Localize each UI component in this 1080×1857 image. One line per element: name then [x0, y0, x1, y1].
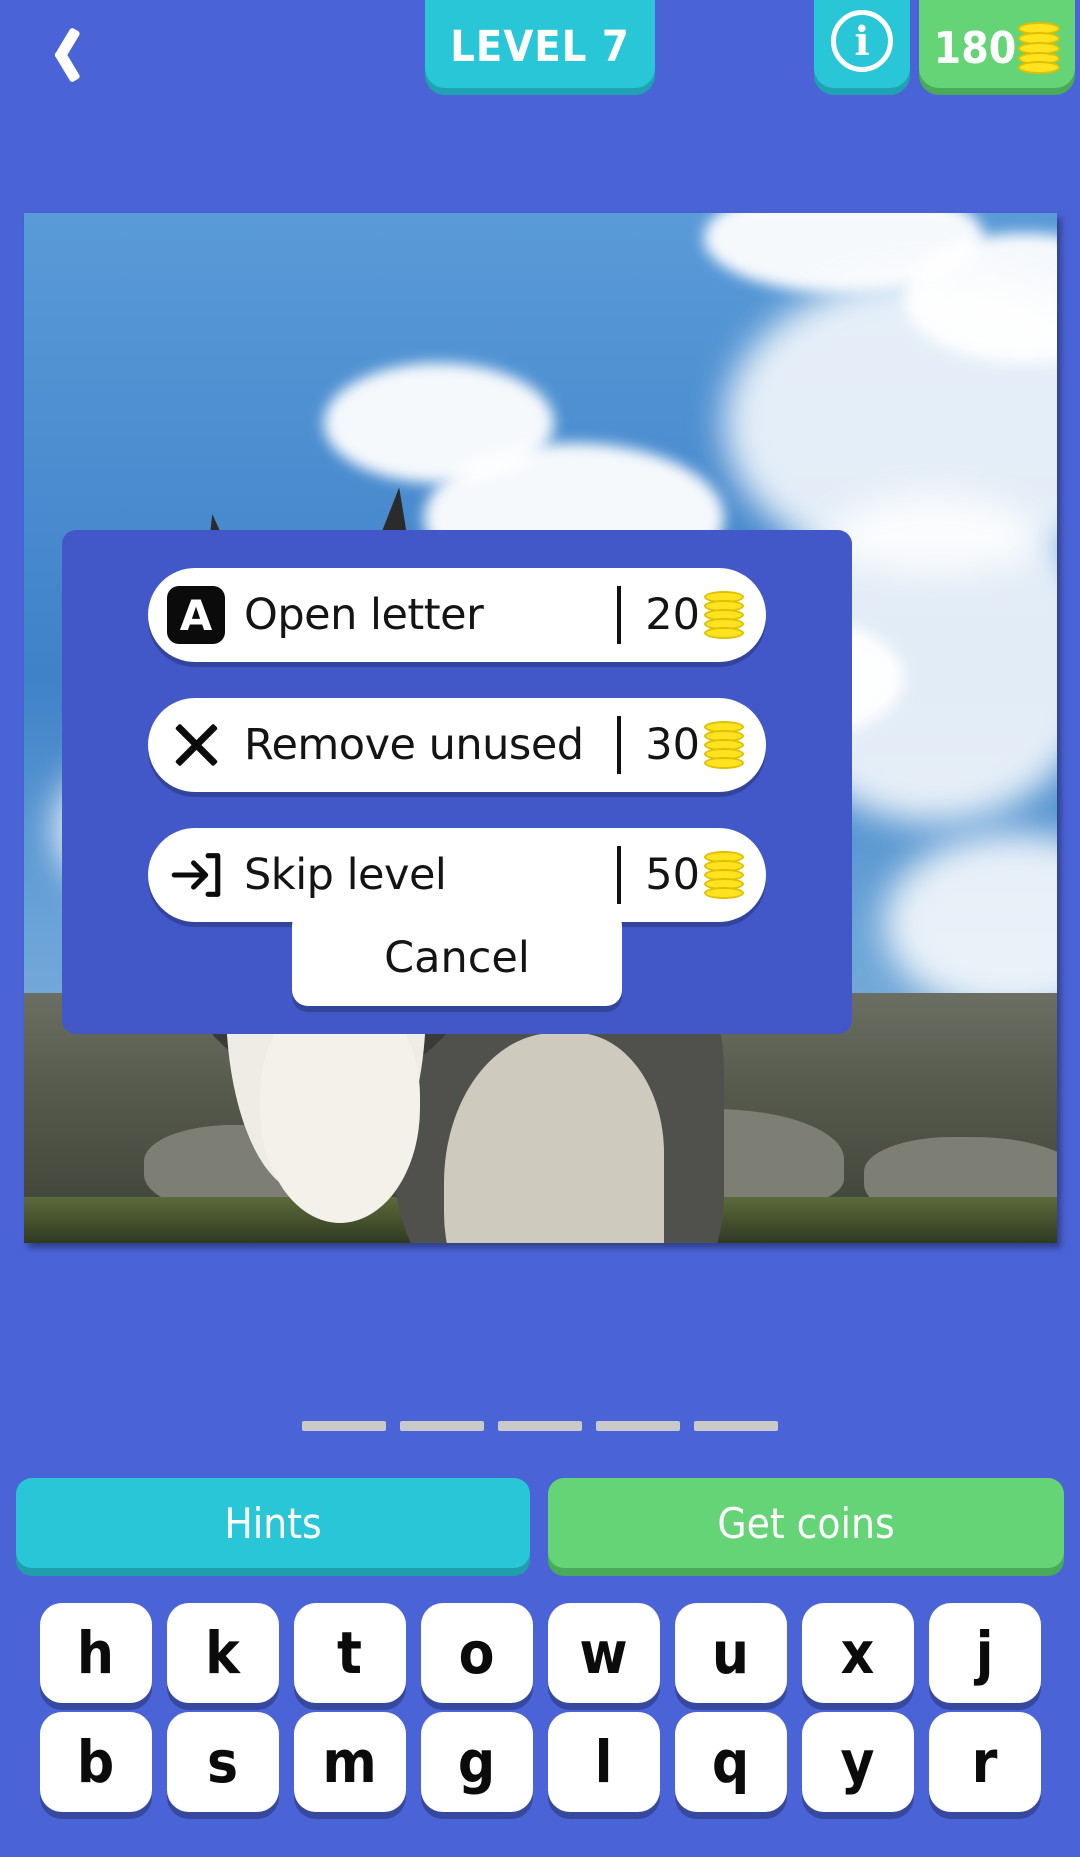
letter-key[interactable]: r: [928, 1712, 1041, 1812]
answer-slot[interactable]: [596, 1421, 680, 1431]
hint-price: 30: [645, 720, 744, 770]
hint-option-label: Open letter: [244, 590, 484, 640]
skip-arrow-icon: [148, 828, 244, 922]
coin-stack-icon: [704, 851, 744, 899]
level-label: LEVEL 7: [450, 22, 630, 72]
hint-price: 50: [645, 850, 744, 900]
level-badge: LEVEL 7: [425, 0, 655, 88]
keyboard-row-2: b s m g l q y r: [0, 1712, 1080, 1812]
divider: [617, 586, 622, 644]
letter-a-glyph: A: [179, 590, 213, 640]
coin-stack-icon: [704, 721, 744, 769]
letter-key[interactable]: b: [39, 1712, 152, 1812]
letter-key[interactable]: x: [801, 1603, 914, 1703]
letter-key[interactable]: y: [801, 1712, 914, 1812]
app-header: LEVEL 7 i 180: [0, 0, 1080, 108]
coin-balance-value: 180: [933, 23, 1017, 74]
letter-key[interactable]: h: [39, 1603, 152, 1703]
hint-price-value: 50: [645, 850, 700, 900]
letter-key[interactable]: u: [674, 1603, 787, 1703]
hint-price: 20: [645, 590, 744, 640]
cancel-button[interactable]: Cancel: [292, 910, 622, 1006]
answer-slot[interactable]: [498, 1421, 582, 1431]
info-icon: i: [831, 10, 893, 72]
answer-slot[interactable]: [694, 1421, 778, 1431]
coin-stack-icon: [1018, 22, 1061, 74]
close-x-icon: [148, 698, 244, 792]
back-button[interactable]: [10, 0, 106, 108]
get-coins-button[interactable]: Get coins: [548, 1478, 1064, 1568]
letter-key[interactable]: k: [166, 1603, 279, 1703]
letter-key[interactable]: w: [547, 1603, 660, 1703]
divider: [617, 716, 622, 774]
answer-slots: [0, 1421, 1080, 1431]
coin-stack-icon: [704, 591, 744, 639]
letter-key[interactable]: l: [547, 1712, 660, 1812]
hint-price-value: 20: [645, 590, 700, 640]
info-glyph: i: [854, 17, 870, 65]
letter-key[interactable]: g: [420, 1712, 533, 1812]
letter-key[interactable]: q: [674, 1712, 787, 1812]
letter-a-icon: A: [148, 568, 244, 662]
letter-key[interactable]: s: [166, 1712, 279, 1812]
hint-option-skip-level[interactable]: Skip level 50: [148, 828, 766, 922]
action-buttons: Hints Get coins: [0, 1478, 1080, 1578]
letter-key[interactable]: j: [928, 1603, 1041, 1703]
divider: [617, 846, 622, 904]
hint-option-label: Remove unused: [244, 720, 584, 770]
hint-price-value: 30: [645, 720, 700, 770]
hint-option-remove-unused[interactable]: Remove unused 30: [148, 698, 766, 792]
letter-key[interactable]: m: [293, 1712, 406, 1812]
hints-button[interactable]: Hints: [16, 1478, 530, 1568]
chevron-left-icon: [41, 25, 75, 83]
letter-key[interactable]: t: [293, 1603, 406, 1703]
answer-slot[interactable]: [302, 1421, 386, 1431]
keyboard-row-1: h k t o w u x j: [0, 1603, 1080, 1703]
hint-option-open-letter[interactable]: A Open letter 20: [148, 568, 766, 662]
hints-dialog: A Open letter 20 Remove unused 30 Skip l…: [62, 530, 852, 1034]
hint-option-label: Skip level: [244, 850, 447, 900]
letter-key[interactable]: o: [420, 1603, 533, 1703]
coin-balance-badge[interactable]: 180: [919, 0, 1075, 88]
answer-slot[interactable]: [400, 1421, 484, 1431]
info-button[interactable]: i: [814, 0, 910, 88]
